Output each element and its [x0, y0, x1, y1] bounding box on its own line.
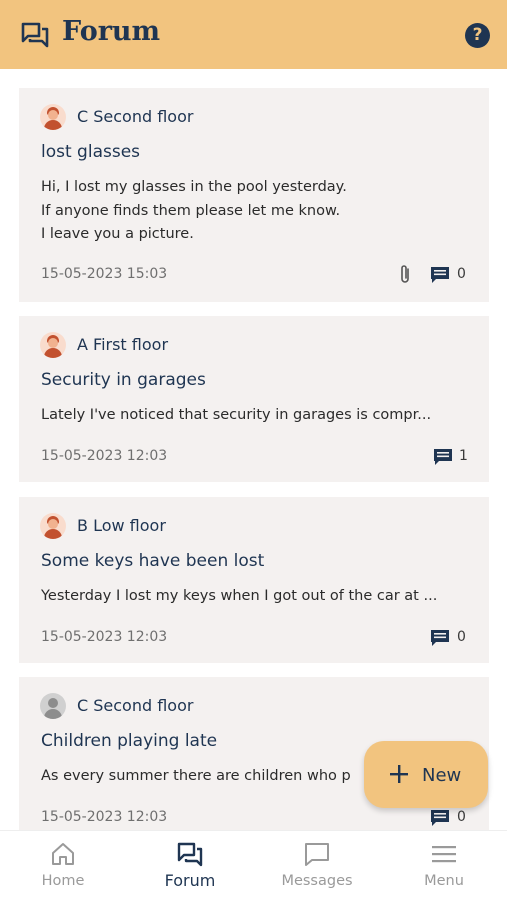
post-date: 15-05-2023 12:03	[41, 809, 168, 825]
author-name: B Low floor	[77, 516, 166, 535]
comment-icon	[431, 630, 449, 646]
attachment-icon	[401, 265, 409, 283]
avatar	[40, 693, 66, 719]
author-name: C Second floor	[77, 696, 194, 715]
comment-count: 1	[459, 448, 468, 464]
avatar	[40, 332, 66, 358]
bottom-nav: Home Forum Messages Menu	[0, 830, 507, 900]
message-bubble-icon	[305, 843, 329, 866]
nav-label: Home	[41, 873, 85, 889]
comment-icon	[434, 449, 452, 465]
author-name: A First floor	[77, 335, 169, 354]
post-date: 15-05-2023 12:03	[41, 629, 168, 645]
post-body-line: Lately I've noticed that security in gar…	[41, 407, 432, 423]
post-title: lost glasses	[41, 142, 141, 162]
comment-icon	[431, 267, 449, 283]
new-post-button[interactable]: New	[364, 741, 488, 808]
avatar	[40, 513, 66, 539]
post-body-line: I leave you a picture.	[41, 226, 194, 242]
post-body-line: If anyone finds them please let me know.	[41, 203, 341, 219]
help-icon[interactable]: ?	[465, 23, 490, 48]
home-icon	[52, 843, 74, 865]
nav-label: Forum	[164, 871, 216, 890]
forum-chat-icon	[21, 22, 49, 48]
avatar	[40, 104, 66, 130]
post-title: Security in garages	[41, 370, 206, 390]
post-body-line: Yesterday I lost my keys when I got out …	[41, 588, 438, 604]
forum-chat-icon	[177, 842, 203, 867]
post-card[interactable]: A First floor Security in garages Lately…	[19, 316, 489, 482]
nav-label: Messages	[281, 873, 353, 889]
post-list: C Second floor lost glasses Hi, I lost m…	[0, 69, 507, 830]
app-header: Forum ?	[0, 0, 507, 69]
hamburger-menu-icon	[432, 846, 456, 863]
post-title: Some keys have been lost	[41, 551, 265, 571]
post-date: 15-05-2023 15:03	[41, 266, 168, 282]
comment-count: 0	[457, 266, 466, 282]
nav-item-home[interactable]: Home	[0, 831, 126, 900]
post-card[interactable]: B Low floor Some keys have been lost Yes…	[19, 497, 489, 663]
nav-item-forum[interactable]: Forum	[127, 831, 253, 900]
comment-count: 0	[457, 809, 466, 825]
nav-item-messages[interactable]: Messages	[254, 831, 380, 900]
page-title: Forum	[62, 16, 161, 47]
post-body-line: Hi, I lost my glasses in the pool yester…	[41, 179, 347, 195]
plus-icon	[390, 765, 408, 783]
new-post-label: New	[422, 765, 462, 786]
comment-icon	[431, 810, 449, 826]
nav-item-menu[interactable]: Menu	[381, 831, 507, 900]
nav-label: Menu	[424, 873, 464, 889]
author-name: C Second floor	[77, 107, 194, 126]
post-date: 15-05-2023 12:03	[41, 448, 168, 464]
post-card[interactable]: C Second floor lost glasses Hi, I lost m…	[19, 88, 489, 302]
comment-count: 0	[457, 629, 466, 645]
post-title: Children playing late	[41, 731, 218, 751]
